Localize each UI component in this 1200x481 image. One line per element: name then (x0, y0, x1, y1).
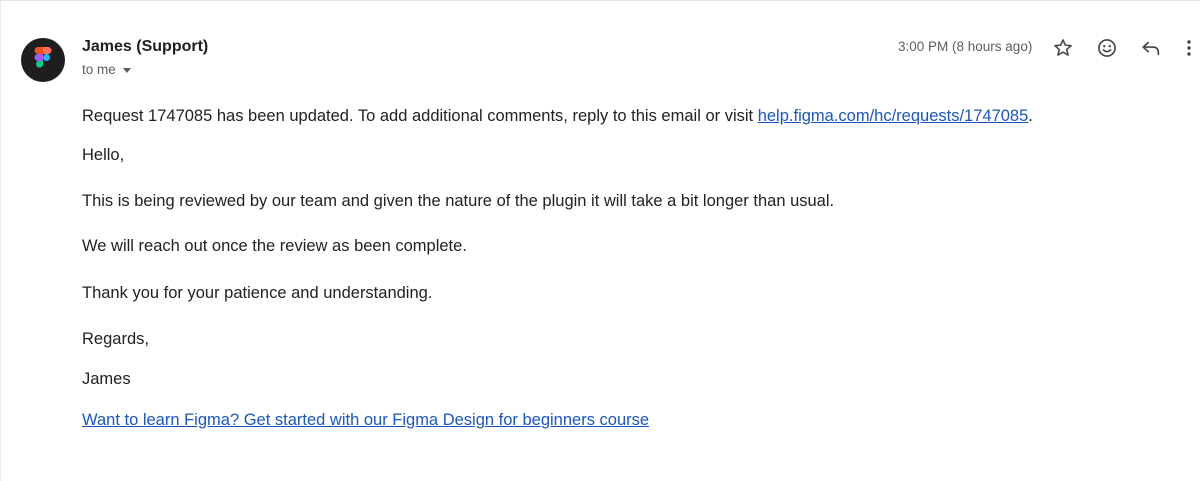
caret-down-icon (122, 68, 131, 73)
intro-suffix: . (1028, 107, 1033, 125)
body-line-3: Thank you for your patience and understa… (82, 284, 433, 302)
body-line-1: This is being reviewed by our team and g… (82, 192, 835, 210)
body-line-2: We will reach out once the review as bee… (82, 237, 467, 255)
sender-name: James (Support) (82, 38, 209, 55)
promo-course-link[interactable]: Want to learn Figma? Get started with ou… (82, 411, 649, 429)
reply-icon (1142, 41, 1160, 56)
sender-avatar[interactable] (21, 38, 65, 82)
recipient-label: to me (82, 62, 116, 77)
request-link[interactable]: help.figma.com/hc/requests/1747085 (758, 107, 1029, 125)
greeting: Hello, (82, 146, 125, 164)
figma-logo-icon (34, 47, 52, 68)
add-reaction-button[interactable] (1093, 34, 1121, 62)
more-vert-icon (1187, 40, 1191, 56)
more-options-button[interactable] (1179, 34, 1199, 62)
star-icon (1054, 39, 1072, 56)
signature: James (82, 370, 131, 388)
emoji-reaction-icon (1098, 39, 1116, 57)
message-timestamp: 3:00 PM (8 hours ago) (898, 39, 1033, 54)
recipient-details-toggle[interactable]: to me (82, 62, 131, 77)
intro-text: Request 1747085 has been updated. To add… (82, 107, 758, 125)
star-button[interactable] (1049, 34, 1077, 62)
reply-button[interactable] (1137, 34, 1165, 62)
intro-paragraph: Request 1747085 has been updated. To add… (82, 107, 1033, 126)
email-message: James (Support) to me 3:00 PM (8 hours a… (0, 0, 1200, 481)
promo-paragraph: Want to learn Figma? Get started with ou… (82, 411, 649, 430)
closing: Regards, (82, 330, 149, 348)
